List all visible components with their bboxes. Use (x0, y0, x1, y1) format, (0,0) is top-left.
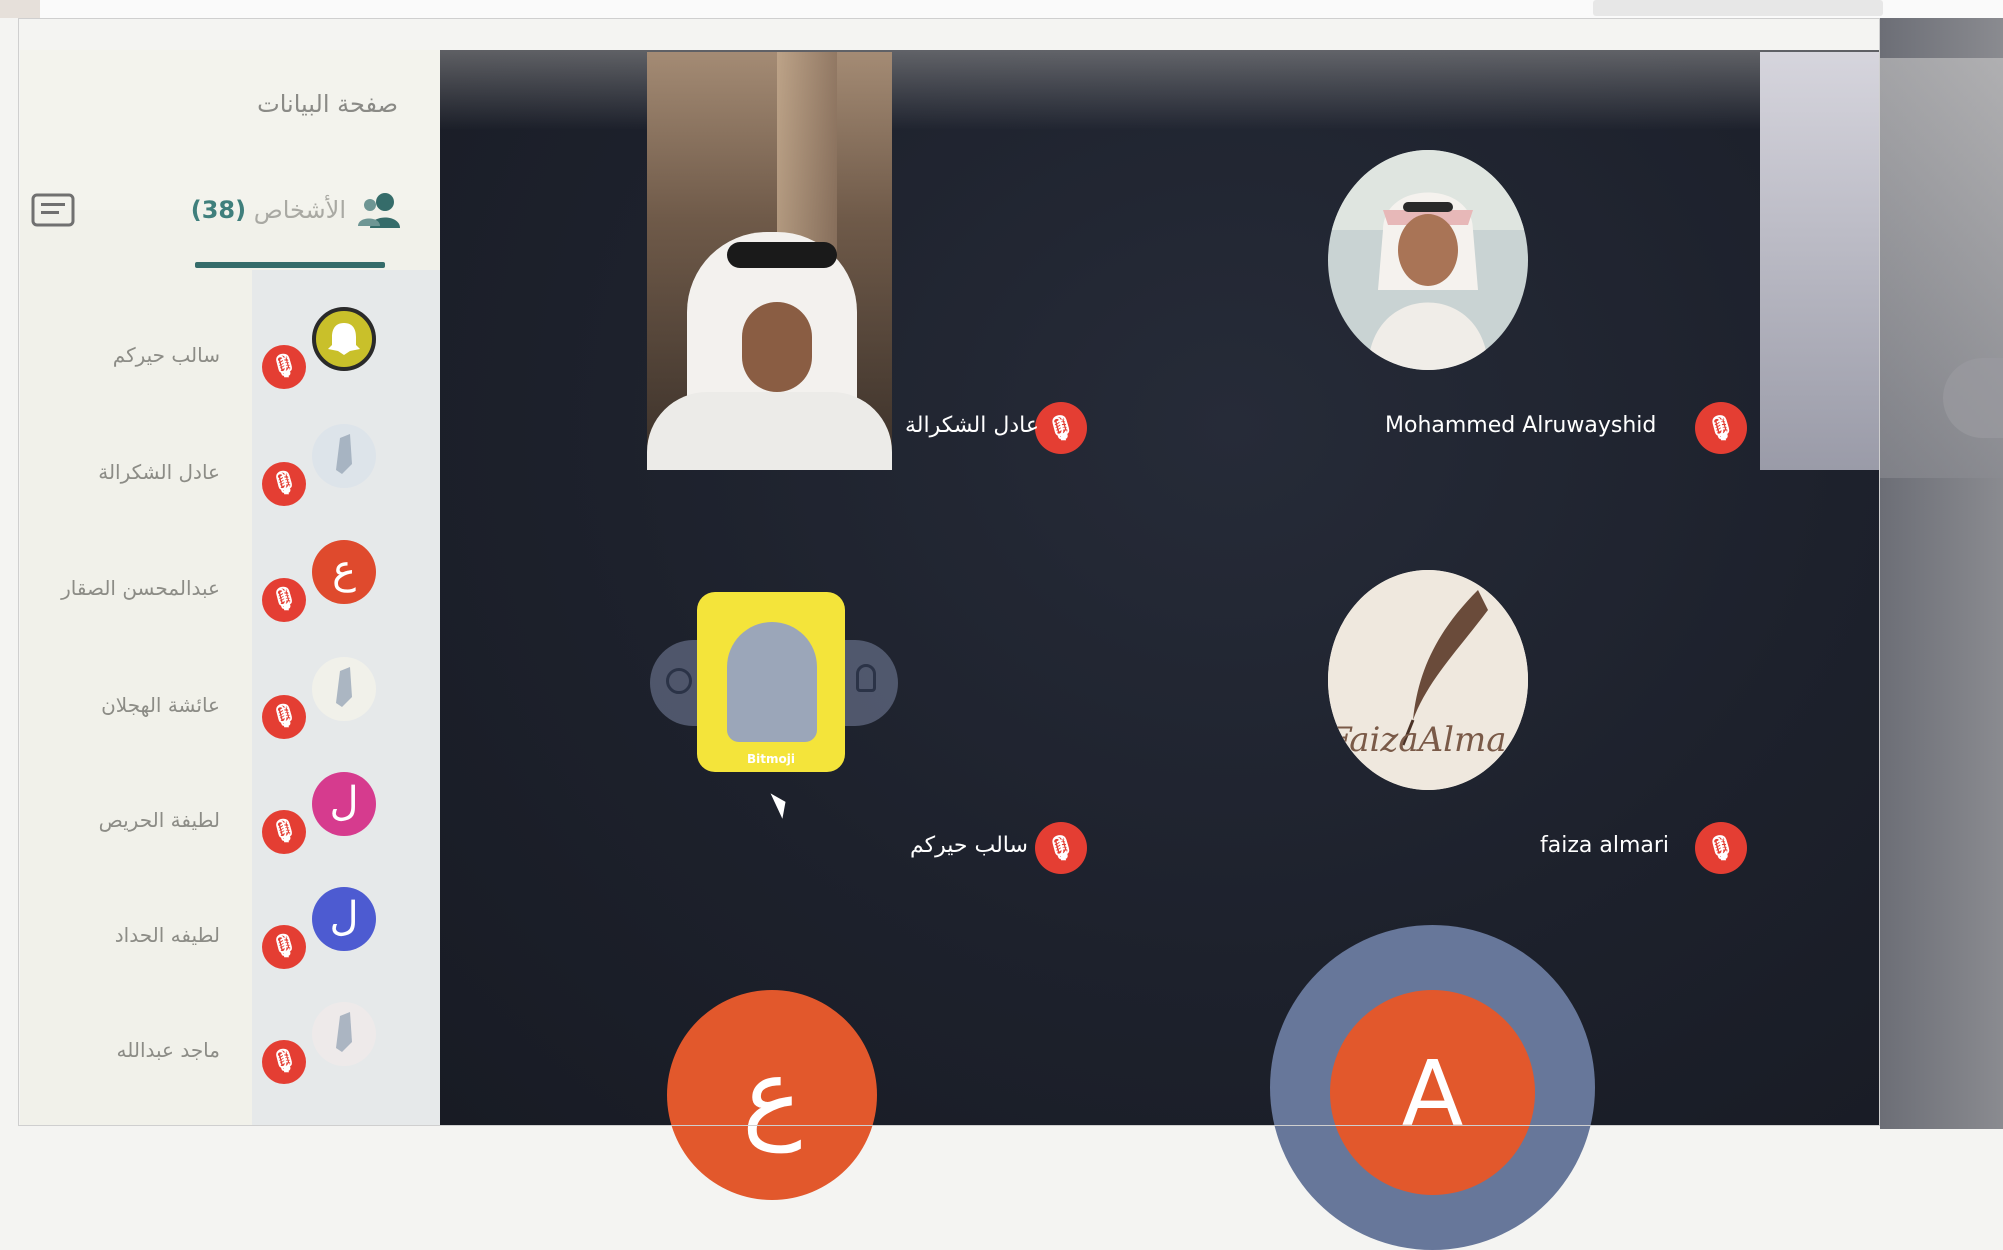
browser-tab[interactable] (0, 0, 40, 18)
address-bar[interactable] (1593, 0, 1883, 16)
browser-top-strip (0, 0, 2003, 18)
screen-frame (18, 18, 1880, 1126)
background-blur (1880, 18, 2003, 1129)
